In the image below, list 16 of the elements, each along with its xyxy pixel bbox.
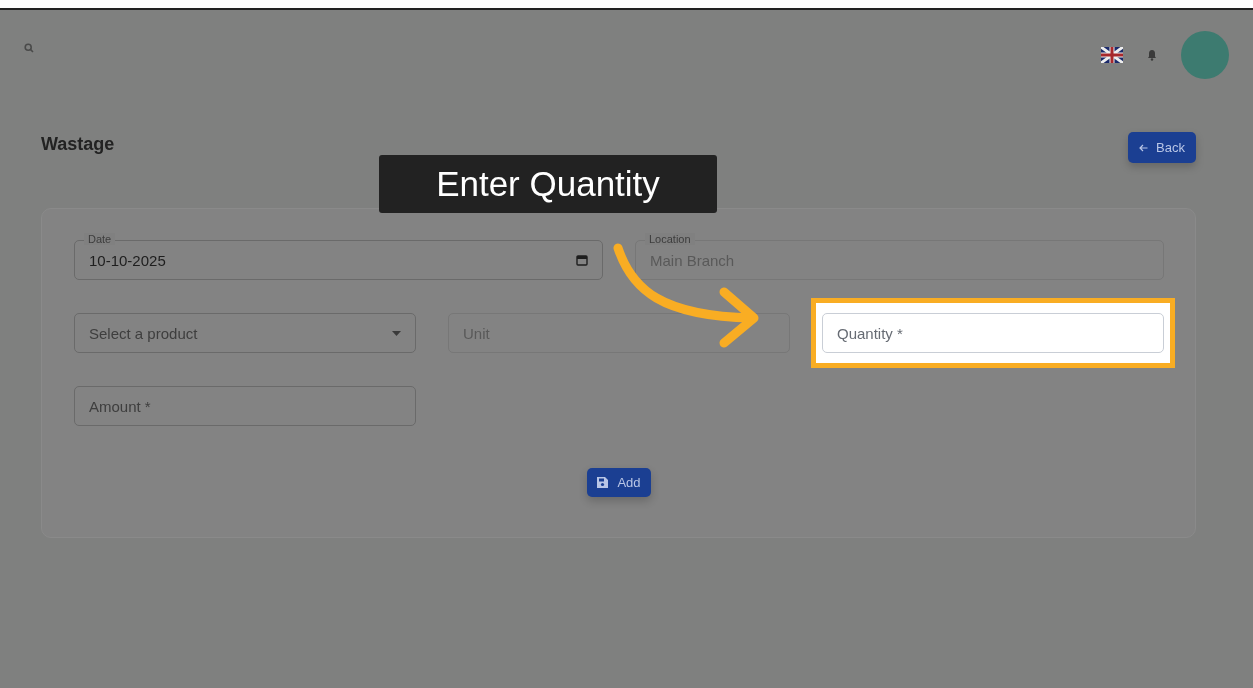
product-select[interactable]: Select a product [74, 313, 416, 353]
field-label: Location [645, 233, 695, 245]
arrow-left-icon [1139, 143, 1149, 152]
page-title: Wastage [41, 134, 115, 155]
caret-icon [392, 330, 401, 336]
field-label: Date [84, 233, 116, 245]
back-button[interactable]: Back [1128, 132, 1196, 163]
flag-icon[interactable] [1101, 47, 1123, 63]
quantity-field[interactable]: Quantity * [822, 313, 1164, 353]
input-field[interactable]: Amount * [74, 386, 416, 426]
calendar-icon[interactable] [576, 254, 588, 266]
search-icon[interactable] [24, 43, 34, 53]
save-icon [597, 477, 609, 488]
add-button[interactable]: Add [587, 468, 651, 497]
callout-label: Enter Quantity [379, 155, 717, 213]
bell-icon[interactable] [1147, 49, 1157, 61]
